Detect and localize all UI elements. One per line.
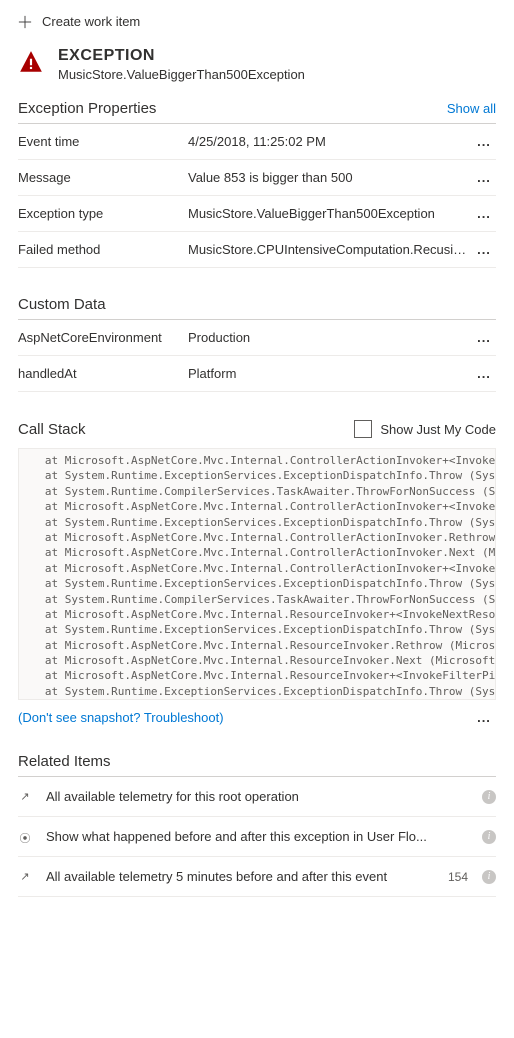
- call-stack-heading: Call Stack: [18, 421, 86, 438]
- related-item-label: Show what happened before and after this…: [46, 829, 454, 844]
- related-item[interactable]: ↗ All available telemetry for this root …: [18, 777, 496, 817]
- create-work-item-button[interactable]: Create work item: [18, 14, 496, 29]
- property-row: Event time 4/25/2018, 11:25:02 PM ...: [18, 124, 496, 160]
- custom-data-row: handledAt Platform ...: [18, 356, 496, 392]
- custom-data-row: AspNetCoreEnvironment Production ...: [18, 320, 496, 356]
- related-items-heading: Related Items: [18, 753, 111, 770]
- related-item-label: All available telemetry 5 minutes before…: [46, 869, 434, 884]
- open-external-icon: ↗: [18, 790, 32, 804]
- open-external-icon: ↗: [18, 870, 32, 884]
- exception-properties-heading: Exception Properties: [18, 100, 156, 117]
- custom-value: Platform: [188, 366, 472, 381]
- more-icon[interactable]: ...: [472, 242, 496, 257]
- custom-value: Production: [188, 330, 472, 345]
- more-icon[interactable]: ...: [472, 170, 496, 185]
- more-icon[interactable]: ...: [472, 206, 496, 221]
- related-item[interactable]: ⦿ Show what happened before and after th…: [18, 817, 496, 857]
- show-just-my-code-label: Show Just My Code: [380, 422, 496, 437]
- related-item-count: 154: [448, 870, 468, 884]
- troubleshoot-link[interactable]: (Don't see snapshot? Troubleshoot): [18, 710, 224, 725]
- property-value: MusicStore.ValueBiggerThan500Exception: [188, 206, 472, 221]
- property-value: MusicStore.CPUIntensiveComputation.Recus…: [188, 242, 472, 257]
- custom-key: AspNetCoreEnvironment: [18, 330, 188, 345]
- property-row: Message Value 853 is bigger than 500 ...: [18, 160, 496, 196]
- more-icon[interactable]: ...: [472, 330, 496, 345]
- info-icon: i: [482, 870, 496, 884]
- custom-data-heading: Custom Data: [18, 296, 106, 313]
- custom-key: handledAt: [18, 366, 188, 381]
- show-all-link[interactable]: Show all: [447, 101, 496, 116]
- property-key: Exception type: [18, 206, 188, 221]
- property-value: Value 853 is bigger than 500: [188, 170, 472, 185]
- plus-icon: [18, 15, 32, 29]
- more-icon[interactable]: ...: [472, 134, 496, 149]
- warning-triangle-icon: [18, 49, 44, 75]
- property-row: Exception type MusicStore.ValueBiggerTha…: [18, 196, 496, 232]
- show-just-my-code-checkbox[interactable]: Show Just My Code: [354, 420, 496, 438]
- exception-title: EXCEPTION: [58, 47, 305, 65]
- info-icon: i: [482, 790, 496, 804]
- info-icon: i: [482, 830, 496, 844]
- checkbox-icon: [354, 420, 372, 438]
- property-key: Event time: [18, 134, 188, 149]
- property-row: Failed method MusicStore.CPUIntensiveCom…: [18, 232, 496, 268]
- user-flow-icon: ⦿: [18, 830, 32, 844]
- related-item-label: All available telemetry for this root op…: [46, 789, 454, 804]
- create-work-item-label: Create work item: [42, 14, 140, 29]
- property-key: Failed method: [18, 242, 188, 257]
- more-icon[interactable]: ...: [472, 710, 496, 725]
- property-key: Message: [18, 170, 188, 185]
- exception-subtitle: MusicStore.ValueBiggerThan500Exception: [58, 67, 305, 82]
- call-stack-text[interactable]: at Microsoft.AspNetCore.Mvc.Internal.Con…: [18, 448, 496, 700]
- related-item[interactable]: ↗ All available telemetry 5 minutes befo…: [18, 857, 496, 897]
- more-icon[interactable]: ...: [472, 366, 496, 381]
- property-value: 4/25/2018, 11:25:02 PM: [188, 134, 472, 149]
